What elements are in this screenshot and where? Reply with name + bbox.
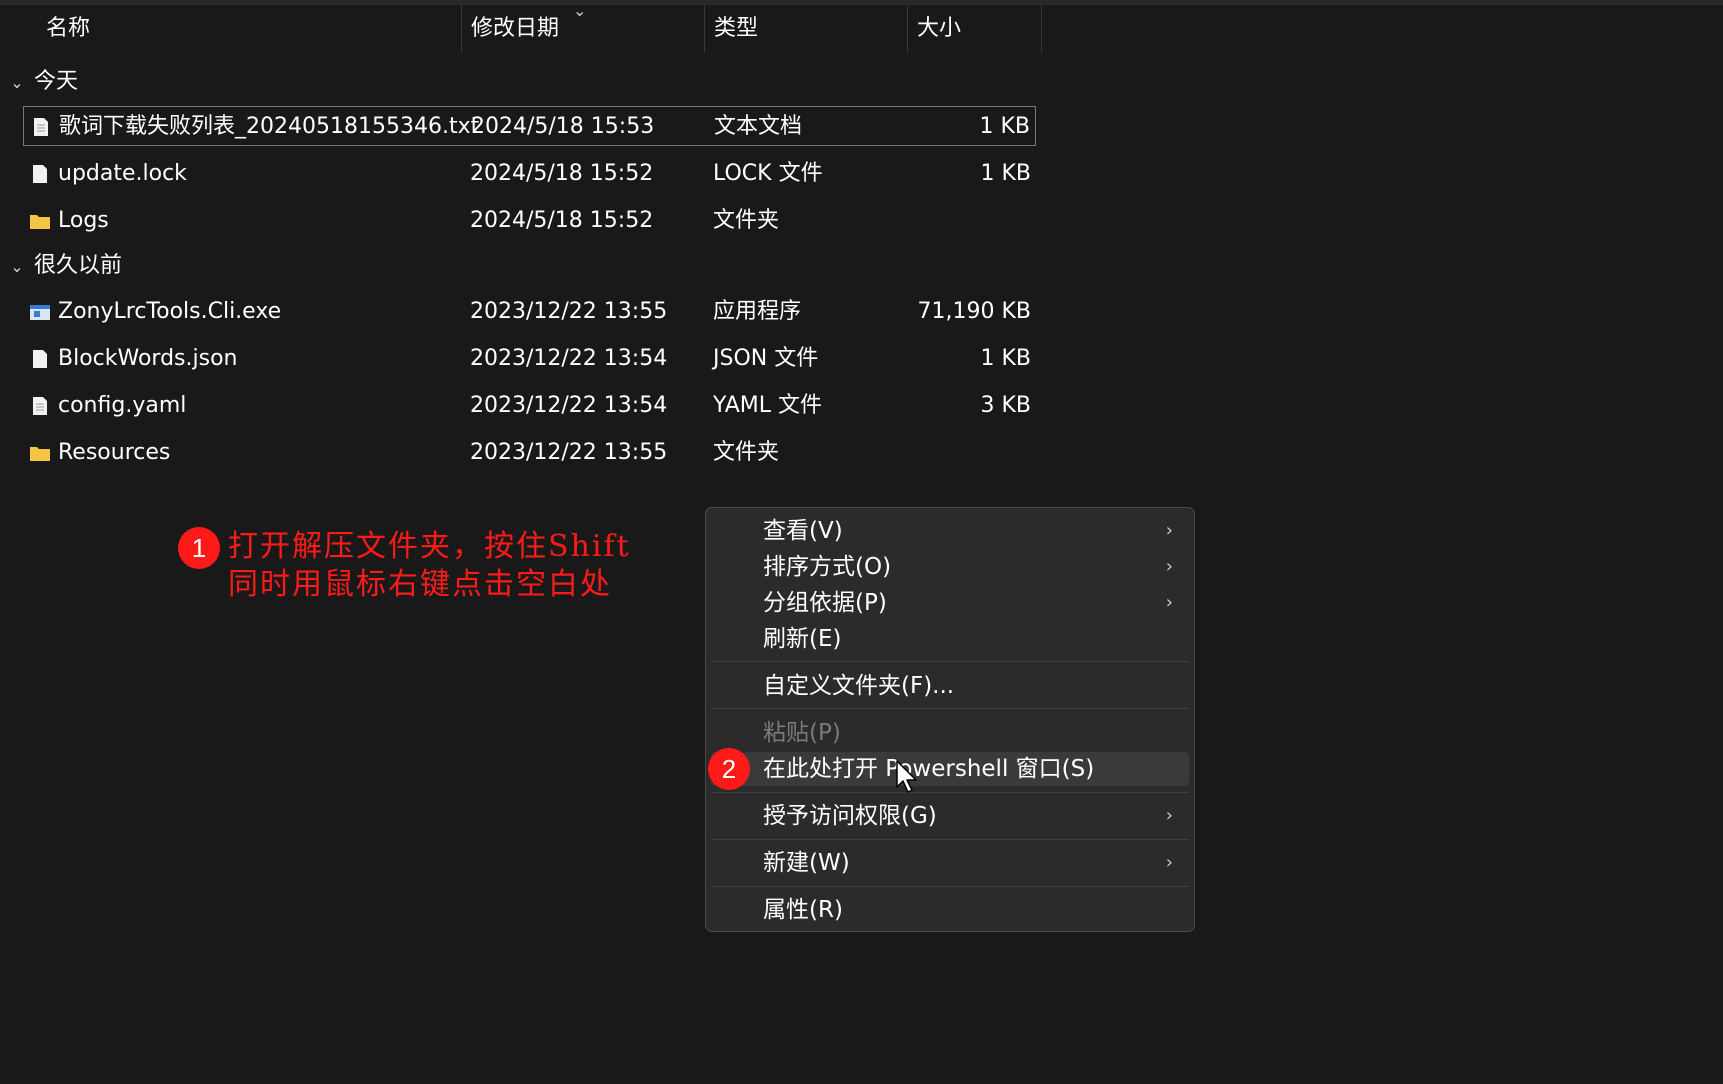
file-size: 71,190 KB [917, 299, 1032, 324]
step-badge-1: 1 [178, 527, 220, 569]
text-file-icon [34, 118, 48, 136]
menu-item-label: 新建(W) [763, 850, 850, 876]
group-label: 很久以前 [34, 253, 123, 278]
chevron-right-icon: › [1165, 592, 1173, 613]
annotation-text-line-2: 同时用鼠标右键点击空白处 [228, 567, 612, 602]
file-date: 2023/12/22 13:55 [470, 299, 668, 324]
text-file-icon [33, 397, 47, 415]
chevron-right-icon: › [1165, 556, 1173, 577]
column-header-name[interactable]: 名称 [37, 5, 462, 52]
file-row[interactable]: update.lock 2024/5/18 15:52 LOCK 文件 1 KB [23, 154, 1036, 194]
chevron-right-icon: › [1165, 805, 1173, 826]
menu-item-label: 查看(V) [763, 518, 843, 544]
file-row[interactable]: Logs 2024/5/18 15:52 文件夹 [23, 201, 1036, 241]
file-type: 文件夹 [713, 440, 780, 465]
file-name: Logs [58, 208, 109, 233]
column-header-date-label: 修改日期 [471, 16, 560, 41]
file-date: 2023/12/22 13:55 [470, 440, 668, 465]
file-name: ZonyLrcTools.Cli.exe [58, 299, 282, 324]
menu-item-label: 排序方式(O) [763, 554, 892, 580]
menu-item-view[interactable]: 查看(V) › [711, 514, 1189, 548]
menu-separator [711, 886, 1189, 887]
mouse-cursor-icon [896, 760, 917, 793]
file-name: config.yaml [58, 393, 187, 418]
file-type: 应用程序 [713, 299, 802, 324]
folder-icon [30, 215, 50, 229]
file-date: 2024/5/18 15:53 [471, 114, 655, 139]
chevron-down-icon: ⌄ [10, 257, 24, 276]
file-icon [33, 350, 47, 368]
menu-item-label: 自定义文件夹(F)... [763, 673, 955, 699]
column-header-type-label: 类型 [714, 16, 759, 41]
file-date: 2023/12/22 13:54 [470, 346, 668, 371]
file-type: YAML 文件 [713, 393, 823, 418]
file-row[interactable]: ZonyLrcTools.Cli.exe 2023/12/22 13:55 应用… [23, 292, 1036, 332]
exe-icon [30, 305, 50, 320]
file-icon [33, 165, 47, 183]
chevron-right-icon: › [1165, 852, 1173, 873]
file-size: 3 KB [980, 393, 1031, 418]
sort-descending-icon: ⌄ [573, 1, 587, 20]
menu-separator [711, 661, 1189, 662]
chevron-down-icon: ⌄ [10, 73, 24, 92]
chevron-right-icon: › [1165, 520, 1173, 541]
menu-separator [711, 792, 1189, 793]
column-header-size[interactable]: 大小 [908, 5, 1042, 52]
menu-item-label: 分组依据(P) [763, 590, 887, 616]
file-name: BlockWords.json [58, 346, 238, 371]
menu-item-new[interactable]: 新建(W) › [711, 846, 1189, 880]
menu-item-refresh[interactable]: 刷新(E) [711, 622, 1189, 656]
file-row[interactable]: Resources 2023/12/22 13:55 文件夹 [23, 433, 1036, 473]
file-date: 2023/12/22 13:54 [470, 393, 668, 418]
menu-item-customize-folder[interactable]: 自定义文件夹(F)... [711, 669, 1189, 703]
menu-item-properties[interactable]: 属性(R) [711, 893, 1189, 927]
menu-separator [711, 839, 1189, 840]
menu-item-label: 在此处打开 Powershell 窗口(S) [763, 756, 1095, 782]
file-type: LOCK 文件 [713, 161, 823, 186]
menu-item-label: 刷新(E) [763, 626, 842, 652]
file-type: 文件夹 [713, 208, 780, 233]
file-date: 2024/5/18 15:52 [470, 161, 654, 186]
menu-item-group-by[interactable]: 分组依据(P) › [711, 586, 1189, 620]
file-size: 1 KB [980, 346, 1031, 371]
context-menu: 查看(V) › 排序方式(O) › 分组依据(P) › 刷新(E) 自定义文件夹(F)… [705, 507, 1195, 932]
menu-item-label: 授予访问权限(G) [763, 803, 937, 829]
group-header-long-ago[interactable]: ⌄ 很久以前 [0, 246, 122, 286]
menu-item-sort-by[interactable]: 排序方式(O) › [711, 550, 1189, 584]
column-header-row: 名称 修改日期 类型 大小 ⌄ [0, 1, 1042, 52]
column-header-type[interactable]: 类型 [705, 5, 908, 52]
group-label: 今天 [34, 69, 79, 94]
annotation-text-line-1: 打开解压文件夹，按住Shift [228, 529, 631, 564]
file-type: JSON 文件 [713, 346, 819, 371]
step-badge-2: 2 [708, 748, 750, 790]
column-header-name-label: 名称 [46, 16, 91, 41]
menu-item-give-access[interactable]: 授予访问权限(G) › [711, 799, 1189, 833]
file-size: 1 KB [980, 161, 1031, 186]
file-name: 歌词下载失败列表_20240518155346.txt [59, 114, 480, 139]
file-date: 2024/5/18 15:52 [470, 208, 654, 233]
folder-icon [30, 447, 50, 461]
menu-item-label: 粘贴(P) [763, 720, 841, 746]
menu-item-paste: 粘贴(P) [711, 716, 1189, 750]
file-name: Resources [58, 440, 171, 465]
file-row[interactable]: config.yaml 2023/12/22 13:54 YAML 文件 3 K… [23, 386, 1036, 426]
file-row[interactable]: 歌词下载失败列表_20240518155346.txt 2024/5/18 15… [23, 106, 1036, 146]
menu-separator [711, 708, 1189, 709]
file-type: 文本文档 [714, 114, 803, 139]
column-header-size-label: 大小 [917, 16, 962, 41]
menu-item-open-powershell[interactable]: 在此处打开 Powershell 窗口(S) [711, 752, 1189, 786]
group-header-today[interactable]: ⌄ 今天 [0, 62, 78, 102]
menu-item-label: 属性(R) [763, 897, 843, 923]
file-row[interactable]: BlockWords.json 2023/12/22 13:54 JSON 文件… [23, 339, 1036, 379]
file-size: 1 KB [979, 114, 1030, 139]
file-name: update.lock [58, 161, 187, 186]
